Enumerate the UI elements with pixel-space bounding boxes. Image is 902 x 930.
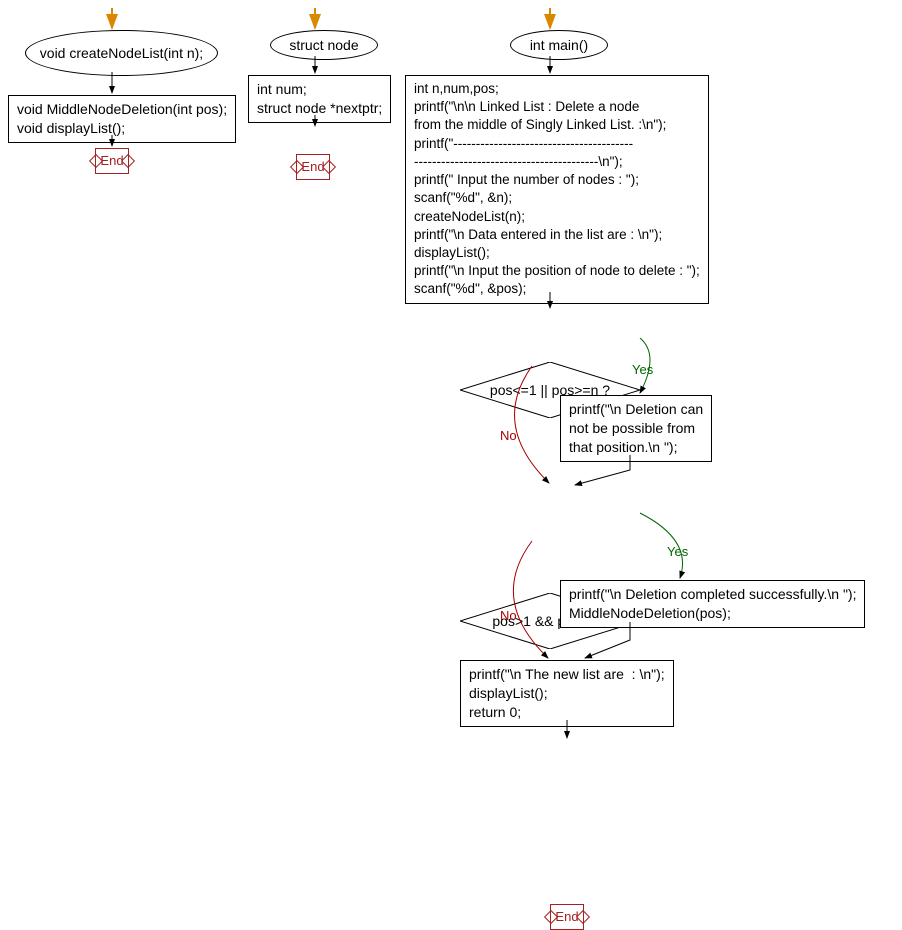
edge-label-no: No: [500, 608, 517, 623]
terminator-label: void createNodeList(int n);: [40, 45, 203, 61]
process-struct-fields: int num; struct node *nextptr;: [248, 75, 391, 123]
terminator-createnodelist: void createNodeList(int n);: [25, 30, 218, 76]
edge-label-yes: Yes: [667, 544, 688, 559]
terminator-struct-node: struct node: [270, 30, 378, 60]
process-main-body: int n,num,pos; printf("\n\n Linked List …: [405, 75, 709, 304]
terminator-label: struct node: [289, 37, 358, 53]
process-deletion-success: printf("\n Deletion completed successful…: [560, 580, 865, 628]
end-box-a: End: [95, 148, 129, 174]
process-decl-funcs: void MiddleNodeDeletion(int pos); void d…: [8, 95, 236, 143]
terminator-main: int main(): [510, 30, 608, 60]
process-deletion-not-possible: printf("\n Deletion can not be possible …: [560, 395, 712, 462]
terminator-label: int main(): [530, 37, 588, 53]
end-box-c: End: [550, 904, 584, 930]
edge-label-no: No: [500, 428, 517, 443]
end-box-b: End: [296, 154, 330, 180]
process-final: printf("\n The new list are : \n"); disp…: [460, 660, 674, 727]
edge-label-yes: Yes: [632, 362, 653, 377]
